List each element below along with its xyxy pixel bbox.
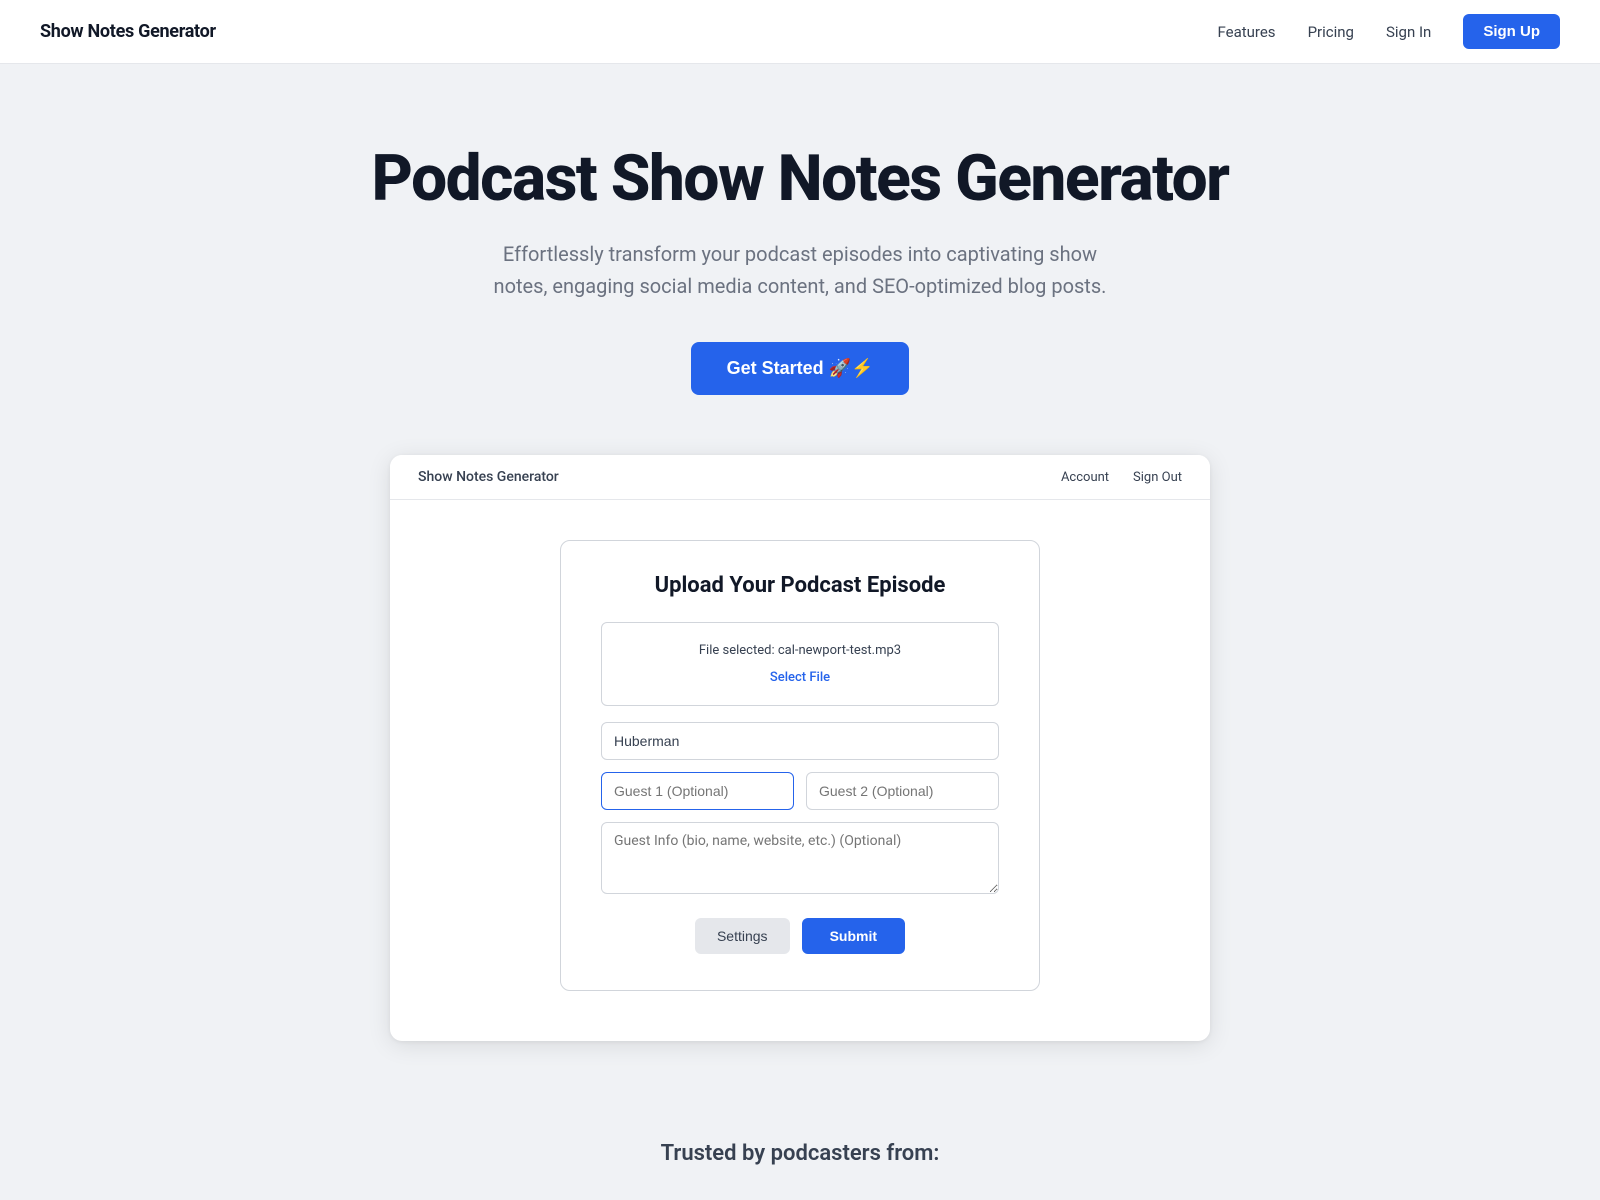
upload-card: Upload Your Podcast Episode File selecte… — [560, 540, 1040, 991]
trusted-title: Trusted by podcasters from: — [40, 1141, 1560, 1166]
file-upload-box: File selected: cal-newport-test.mp3 Sele… — [601, 622, 999, 706]
hero-cta-button[interactable]: Get Started 🚀⚡ — [691, 342, 910, 395]
features-nav-link[interactable]: Features — [1217, 23, 1275, 41]
upload-title: Upload Your Podcast Episode — [601, 573, 999, 598]
guest-row — [601, 772, 999, 810]
submit-button[interactable]: Submit — [802, 918, 905, 954]
app-content: Upload Your Podcast Episode File selecte… — [390, 500, 1210, 1041]
file-selected-text: File selected: cal-newport-test.mp3 — [622, 643, 978, 658]
nav-logo: Show Notes Generator — [40, 21, 216, 42]
nav-links: Features Pricing Sign In Sign Up — [1217, 14, 1560, 49]
pricing-nav-link[interactable]: Pricing — [1308, 23, 1354, 41]
hero-subtitle: Effortlessly transform your podcast epis… — [490, 238, 1110, 302]
settings-button[interactable]: Settings — [695, 918, 790, 954]
app-inner-nav: Show Notes Generator Account Sign Out — [390, 455, 1210, 500]
signout-link[interactable]: Sign Out — [1133, 470, 1182, 485]
app-preview-wrapper: Show Notes Generator Account Sign Out Up… — [370, 455, 1230, 1101]
trusted-section: Trusted by podcasters from: — [0, 1101, 1600, 1186]
guest-info-textarea[interactable] — [601, 822, 999, 894]
select-file-link[interactable]: Select File — [770, 670, 830, 685]
form-actions: Settings Submit — [601, 918, 999, 954]
guest2-input[interactable] — [806, 772, 999, 810]
signin-nav-link[interactable]: Sign In — [1386, 23, 1431, 41]
podcast-name-input[interactable] — [601, 722, 999, 760]
account-link[interactable]: Account — [1061, 470, 1109, 485]
hero-section: Podcast Show Notes Generator Effortlessl… — [0, 64, 1600, 455]
guest1-input[interactable] — [601, 772, 794, 810]
app-inner-logo: Show Notes Generator — [418, 469, 559, 485]
signup-button[interactable]: Sign Up — [1463, 14, 1560, 49]
app-preview-card: Show Notes Generator Account Sign Out Up… — [390, 455, 1210, 1041]
hero-title: Podcast Show Notes Generator — [40, 144, 1560, 214]
app-inner-links: Account Sign Out — [1061, 470, 1182, 485]
navbar: Show Notes Generator Features Pricing Si… — [0, 0, 1600, 64]
